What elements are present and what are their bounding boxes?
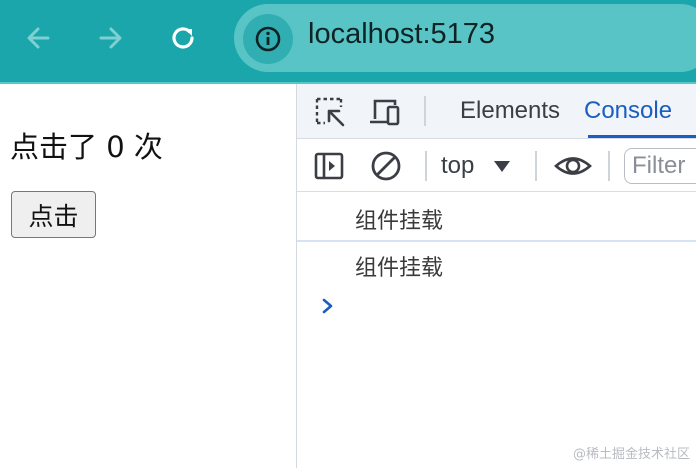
console-toolbar: top — [297, 140, 696, 192]
site-info-button[interactable] — [243, 14, 293, 64]
context-label: top — [441, 152, 475, 179]
click-count-text: 点击了 0 次 — [10, 130, 163, 164]
back-button[interactable] — [21, 20, 57, 56]
tab-separator — [424, 96, 426, 126]
console-message: 组件挂载 — [297, 194, 696, 242]
filter-input[interactable] — [624, 148, 696, 184]
info-icon — [255, 26, 281, 52]
chevron-right-icon — [322, 298, 333, 314]
inspect-element-button[interactable] — [313, 95, 347, 129]
clear-console-button[interactable] — [369, 149, 403, 183]
eye-icon — [554, 157, 592, 175]
show-sidebar-button[interactable] — [312, 149, 346, 183]
sidebar-icon — [314, 152, 344, 180]
devtools-panel: Elements Console top Filter 组件挂载 组件挂载 — [296, 84, 696, 468]
reload-icon — [172, 27, 194, 49]
click-button[interactable]: 点击 — [11, 191, 96, 238]
active-tab-indicator — [588, 135, 696, 138]
url-text[interactable]: localhost:5173 — [308, 18, 495, 51]
tab-console[interactable]: Console — [584, 97, 672, 125]
device-icon — [370, 99, 400, 126]
console-prompt[interactable] — [319, 294, 337, 318]
page-content: 点击了 0 次 点击 — [0, 84, 296, 468]
forward-button[interactable] — [92, 20, 128, 56]
console-message-text: 组件挂载 — [355, 209, 444, 234]
devtools-tab-bar: Elements Console — [297, 84, 696, 139]
arrow-left-icon — [27, 27, 50, 49]
caret-down-icon — [494, 160, 511, 172]
clear-icon — [371, 151, 401, 181]
console-messages: 组件挂载 组件挂载 — [297, 194, 696, 288]
device-toolbar-button[interactable] — [368, 95, 402, 129]
live-expression-button[interactable] — [553, 149, 593, 183]
browser-toolbar: localhost:5173 — [0, 0, 696, 84]
select-element-icon — [315, 97, 345, 127]
toolbar-separator — [608, 151, 610, 181]
reload-button[interactable] — [165, 20, 201, 56]
toolbar-separator — [425, 151, 427, 181]
arrow-right-icon — [99, 27, 122, 49]
context-selector[interactable]: top — [441, 149, 511, 183]
toolbar-separator — [535, 151, 537, 181]
tab-elements[interactable]: Elements — [460, 97, 560, 125]
console-message: 组件挂载 — [297, 241, 696, 288]
watermark: @稀土掘金技术社区 — [572, 447, 690, 462]
console-message-text: 组件挂载 — [355, 256, 444, 281]
